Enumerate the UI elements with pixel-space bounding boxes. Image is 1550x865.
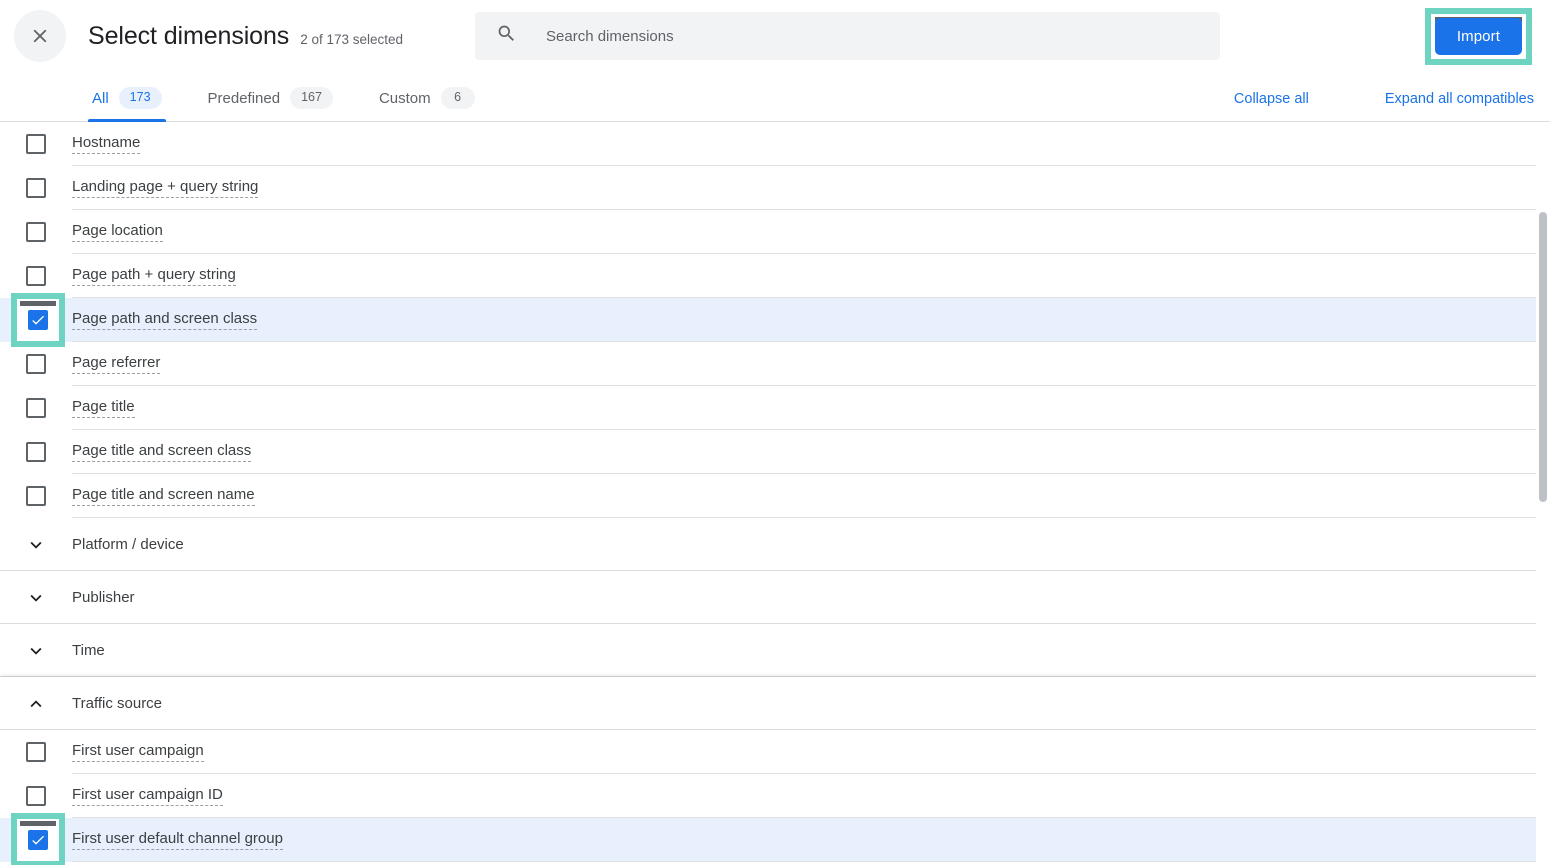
page-title: Select dimensions <box>88 21 290 50</box>
tab-custom[interactable]: Custom 6 <box>375 87 479 121</box>
scrollbar-thumb[interactable] <box>1539 212 1547 502</box>
dimension-label: Page title and screen class <box>72 442 252 462</box>
checkbox-cell[interactable] <box>0 293 72 347</box>
dimension-label: Page path + query string <box>72 266 236 286</box>
tab-all-badge: 173 <box>118 87 162 109</box>
search-icon <box>496 23 517 49</box>
checkbox-cell[interactable] <box>0 122 72 166</box>
group-label: Time <box>72 642 105 659</box>
collapse-toggle[interactable] <box>0 677 72 730</box>
dialog-header: Select dimensions 2 of 173 selected Impo… <box>0 0 1550 72</box>
table-row[interactable]: First user campaign <box>0 730 1550 774</box>
tab-custom-badge: 6 <box>440 87 475 109</box>
dimension-list: Hostname Landing page + query string Pag… <box>0 122 1550 865</box>
expand-toggle[interactable] <box>0 571 72 624</box>
search-input[interactable] <box>546 12 1207 60</box>
chevron-down-icon <box>25 640 47 662</box>
checkbox-cell[interactable] <box>0 430 72 474</box>
row-checkbox[interactable] <box>26 178 46 198</box>
row-checkbox[interactable] <box>26 786 46 806</box>
checkbox-cell[interactable] <box>0 730 72 774</box>
dimension-label: First user default channel group <box>72 830 283 850</box>
dimension-label: First user campaign <box>72 742 204 762</box>
checkbox-cell[interactable] <box>0 386 72 430</box>
collapse-all-link[interactable]: Collapse all <box>1234 91 1309 107</box>
tab-predefined[interactable]: Predefined 167 <box>204 87 337 121</box>
table-row[interactable]: Page path + query string <box>0 254 1550 298</box>
expand-toggle[interactable] <box>0 518 72 571</box>
table-row[interactable]: Page referrer <box>0 342 1550 386</box>
import-button[interactable]: Import <box>1434 17 1522 55</box>
checkbox-cell[interactable] <box>0 210 72 254</box>
dimension-label: Page path and screen class <box>72 310 258 330</box>
group-row-traffic-source[interactable]: Traffic source <box>0 677 1550 730</box>
search-box[interactable] <box>475 12 1221 60</box>
checkbox-cell[interactable] <box>0 774 72 818</box>
selected-count: 2 of 173 selected <box>300 31 404 47</box>
table-row-selected[interactable]: Page path and screen class <box>0 293 1550 347</box>
row-checkbox[interactable] <box>26 486 46 506</box>
dimension-label: First user campaign ID <box>72 786 223 806</box>
table-row[interactable]: First user campaign ID <box>0 774 1550 818</box>
table-row[interactable]: Page title and screen name <box>0 474 1550 518</box>
dimension-label: Landing page + query string <box>72 178 259 198</box>
chevron-up-icon <box>25 693 47 715</box>
dimension-label: Page referrer <box>72 354 161 374</box>
row-checkbox-checked[interactable] <box>28 310 48 330</box>
expand-toggle[interactable] <box>0 624 72 677</box>
group-row-time[interactable]: Time <box>0 624 1550 677</box>
tab-predefined-label: Predefined <box>207 89 281 107</box>
row-checkbox[interactable] <box>26 442 46 462</box>
table-row[interactable]: Page title and screen class <box>0 430 1550 474</box>
tab-all-label: All <box>92 89 109 107</box>
tab-list: All 173 Predefined 167 Custom 6 <box>88 87 517 122</box>
import-button-highlight: Import <box>1424 7 1532 65</box>
dimension-label: Page title and screen name <box>72 486 255 506</box>
dimension-label: Page title <box>72 398 135 418</box>
table-row[interactable]: Landing page + query string <box>0 166 1550 210</box>
tab-all[interactable]: All 173 <box>88 87 166 122</box>
table-row[interactable]: Page location <box>0 210 1550 254</box>
row-checkbox-checked[interactable] <box>28 830 48 850</box>
group-label: Traffic source <box>72 695 163 712</box>
scrollbar-track[interactable] <box>1536 122 1550 865</box>
checkbox-highlight-annotation <box>11 813 65 865</box>
row-checkbox[interactable] <box>26 134 46 154</box>
row-checkbox[interactable] <box>26 742 46 762</box>
checkbox-cell[interactable] <box>0 254 72 298</box>
close-button[interactable] <box>14 10 66 62</box>
checkbox-highlight-annotation <box>11 293 65 347</box>
expand-all-compatibles-link[interactable]: Expand all compatibles <box>1385 91 1534 107</box>
checkbox-cell[interactable] <box>0 166 72 210</box>
dimension-label: Page location <box>72 222 163 242</box>
table-row-selected[interactable]: First user default channel group <box>0 813 1550 865</box>
tab-actions: Collapse all Expand all compatibles <box>1158 91 1534 121</box>
group-row-publisher[interactable]: Publisher <box>0 571 1550 624</box>
row-checkbox[interactable] <box>26 222 46 242</box>
checkbox-cell[interactable] <box>0 813 72 865</box>
title-group: Select dimensions 2 of 173 selected <box>88 22 403 51</box>
group-label: Platform / device <box>72 536 184 553</box>
table-row[interactable]: Page title <box>0 386 1550 430</box>
row-checkbox[interactable] <box>26 398 46 418</box>
row-checkbox[interactable] <box>26 266 46 286</box>
checkbox-cell[interactable] <box>0 474 72 518</box>
row-checkbox[interactable] <box>26 354 46 374</box>
checkbox-cell[interactable] <box>0 342 72 386</box>
dimension-label: Hostname <box>72 134 141 154</box>
tab-predefined-badge: 167 <box>290 87 333 109</box>
chevron-down-icon <box>25 534 47 556</box>
table-row[interactable]: Hostname <box>0 122 1550 166</box>
chevron-down-icon <box>25 587 47 609</box>
group-label: Publisher <box>72 589 135 606</box>
group-row-platform-device[interactable]: Platform / device <box>0 518 1550 571</box>
close-icon <box>29 25 51 47</box>
tab-custom-label: Custom <box>378 89 431 107</box>
tabs-bar: All 173 Predefined 167 Custom 6 Collapse… <box>0 72 1550 122</box>
